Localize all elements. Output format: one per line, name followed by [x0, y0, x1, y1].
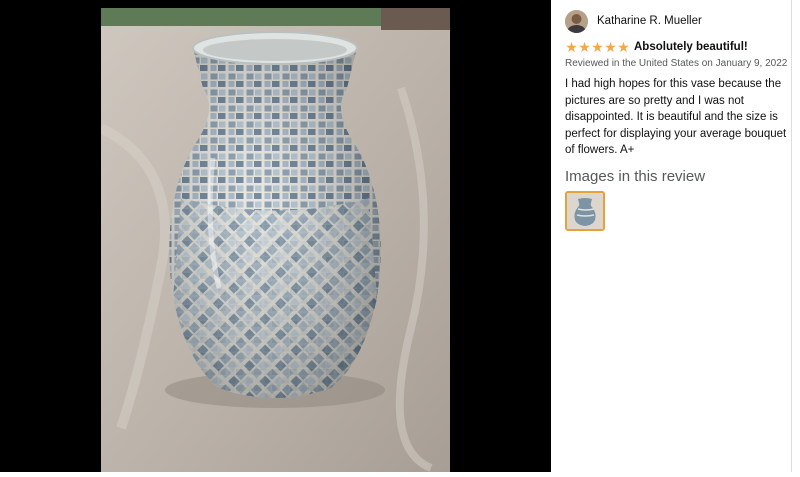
review-photo[interactable] [101, 8, 450, 472]
review-text: I had high hopes for this vase because t… [565, 78, 787, 156]
star-icon: ★ [565, 38, 578, 55]
vase-thumbnail-image [567, 192, 603, 229]
avatar[interactable] [565, 9, 588, 33]
avatar-image [565, 9, 588, 33]
rating-row: ★ ★ ★ ★ ★ Absolutely beautiful! [565, 38, 800, 55]
vase-photo-image [101, 8, 450, 472]
star-icon: ★ [578, 38, 591, 55]
image-viewer [0, 0, 551, 472]
star-icon: ★ [617, 38, 630, 55]
review-date: Reviewed in the United States on January… [565, 58, 788, 69]
review-panel: Katharine R. Mueller ★ ★ ★ ★ ★ Absolutel… [551, 0, 800, 477]
bottom-edge [0, 472, 800, 477]
reviewer-profile[interactable]: Katharine R. Mueller [565, 8, 800, 34]
review-image-thumbnail[interactable] [565, 190, 605, 231]
star-icon: ★ [604, 38, 617, 55]
review-title: Absolutely beautiful! [634, 40, 748, 53]
reviewer-name[interactable]: Katharine R. Mueller [597, 15, 702, 27]
panel-scrollbar[interactable] [791, 0, 799, 472]
star-icon: ★ [591, 38, 604, 55]
star-rating[interactable]: ★ ★ ★ ★ ★ [565, 40, 630, 54]
images-heading: Images in this review [565, 167, 706, 185]
